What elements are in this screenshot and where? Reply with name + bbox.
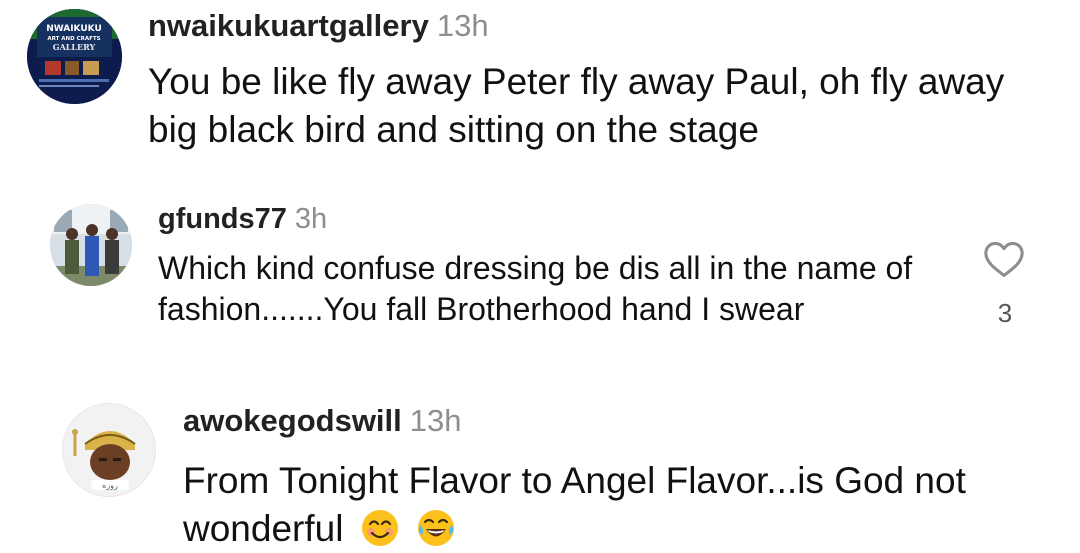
timestamp: 3h xyxy=(294,203,328,235)
avatar[interactable]: روزه xyxy=(62,403,156,497)
avatar[interactable]: NWAIKUKU ART AND CRAFTS GALLERY xyxy=(27,9,122,104)
comment-item: روزه awokegodswill 13h From Tonight Flavo… xyxy=(0,395,1080,549)
avatar[interactable] xyxy=(50,204,132,286)
timestamp: 13h xyxy=(409,403,462,438)
comment-text: You be like fly away Peter fly away Paul… xyxy=(148,61,1005,150)
group-photo-icon xyxy=(50,204,132,286)
timestamp: 13h xyxy=(436,8,489,43)
comment-text: Which kind confuse dressing be dis all i… xyxy=(158,250,913,327)
username[interactable]: nwaikukuartgallery xyxy=(148,8,429,43)
profile-photo-icon: روزه xyxy=(63,404,155,496)
avatar-logo-line1: NWAIKUKU xyxy=(46,24,102,34)
heart-icon xyxy=(984,241,1024,277)
avatar-logo-line3: GALLERY xyxy=(53,42,96,52)
smiling-face-icon xyxy=(360,508,400,548)
svg-text:روزه: روزه xyxy=(102,481,118,490)
tears-of-joy-icon xyxy=(416,508,456,548)
comment-text: From Tonight Flavor to Angel Flavor...is… xyxy=(183,457,1063,553)
gallery-logo-icon: NWAIKUKU ART AND CRAFTS GALLERY xyxy=(27,9,122,104)
comment-item: NWAIKUKU ART AND CRAFTS GALLERY nwaikuku… xyxy=(0,0,1080,180)
like-count: 3 xyxy=(997,298,1013,328)
comment-item: gfunds77 3h Which kind confuse dressing b… xyxy=(0,190,1080,380)
comment-text-body: From Tonight Flavor to Angel Flavor...is… xyxy=(183,460,966,549)
username[interactable]: gfunds77 xyxy=(158,203,287,235)
like-button[interactable] xyxy=(979,236,1029,282)
comment-header: nwaikukuartgallery 13h xyxy=(148,4,489,48)
comment-header: gfunds77 3h xyxy=(158,198,327,240)
username[interactable]: awokegodswill xyxy=(183,403,402,438)
comment-header: awokegodswill 13h xyxy=(183,399,462,443)
